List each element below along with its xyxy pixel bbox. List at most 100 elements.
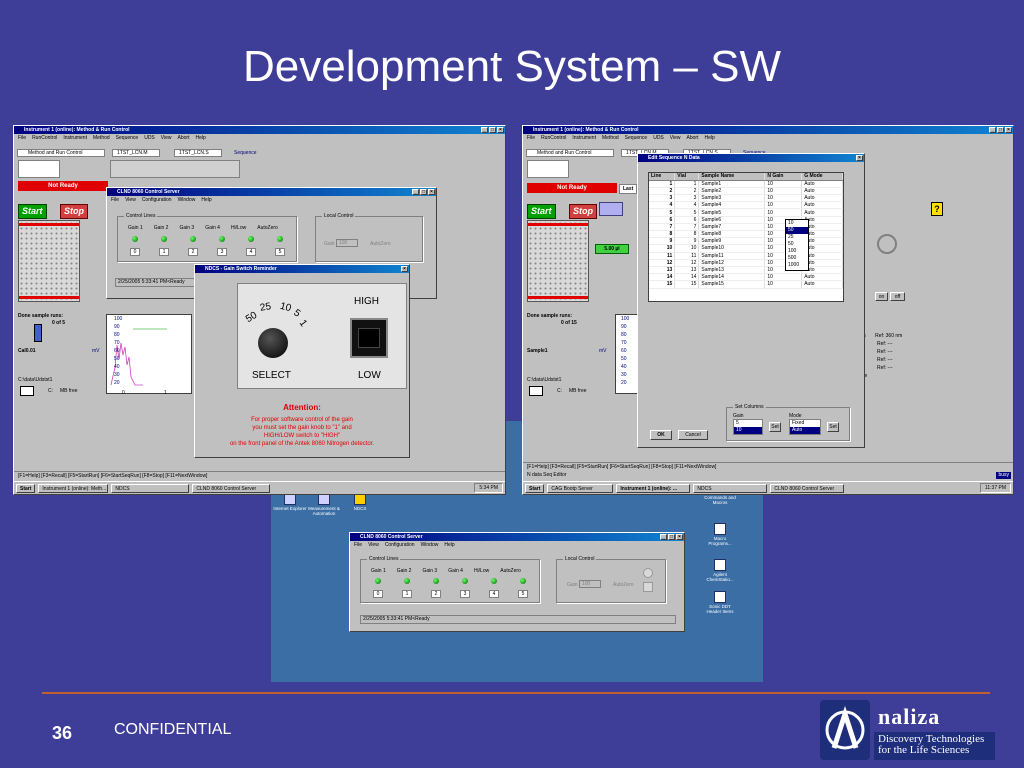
- taskbar-item[interactable]: NDCS: [693, 483, 768, 493]
- table-cell[interactable]: 15: [649, 280, 676, 289]
- taskbar-item[interactable]: NDCS: [111, 483, 190, 493]
- taskbar-item[interactable]: Instrument 1 (online): ...: [616, 483, 691, 493]
- taskbar-item[interactable]: Instrument 1 (online): Meth...: [38, 483, 109, 493]
- menu-help[interactable]: Help: [195, 134, 205, 142]
- table-row[interactable]: 12 12 Sample12 10 Auto: [649, 259, 843, 267]
- gain-spinner[interactable]: 100: [336, 239, 358, 247]
- off-button[interactable]: off: [890, 292, 905, 301]
- table-cell[interactable]: 3: [674, 194, 700, 203]
- table-cell[interactable]: 9: [674, 237, 700, 246]
- gain-spinner[interactable]: 100: [579, 580, 601, 588]
- desktop-icon-commands[interactable]: Commands and Macros: [703, 495, 737, 505]
- table-cell[interactable]: 8: [674, 230, 700, 239]
- view-select[interactable]: Method and Run Control: [526, 149, 614, 157]
- table-cell[interactable]: Auto: [801, 201, 843, 210]
- stop-button[interactable]: Stop: [569, 204, 597, 219]
- detector-icon[interactable]: [877, 234, 897, 254]
- close-button[interactable]: ×: [856, 155, 863, 161]
- table-cell[interactable]: 9: [649, 237, 676, 246]
- table-cell[interactable]: 12: [674, 259, 700, 267]
- table-cell[interactable]: 10: [764, 201, 803, 210]
- autosampler-icon[interactable]: [599, 202, 623, 216]
- menu-runcontrol[interactable]: RunControl: [32, 134, 57, 142]
- menu-window[interactable]: Window: [178, 196, 196, 204]
- menu-window[interactable]: Window: [421, 541, 439, 549]
- menu-abort[interactable]: Abort: [687, 134, 699, 142]
- table-cell[interactable]: 12: [649, 259, 676, 267]
- menu-view[interactable]: View: [125, 196, 136, 204]
- table-cell[interactable]: 6: [674, 216, 700, 224]
- table-cell[interactable]: 11: [674, 252, 700, 260]
- table-row[interactable]: 8 8 Sample8 10 Auto: [649, 230, 843, 239]
- taskbar-item[interactable]: CAG Bootp Server: [547, 483, 614, 493]
- table-cell[interactable]: Sample8: [698, 230, 766, 239]
- menu-runcontrol[interactable]: RunControl: [541, 134, 566, 142]
- sequence-select[interactable]: 1TST_LCN.S: [174, 149, 222, 157]
- table-row[interactable]: 6 6 Sample6 10 Auto: [649, 216, 843, 224]
- table-row[interactable]: 11 11 Sample11 10 Auto: [649, 252, 843, 260]
- menu-method[interactable]: Method: [93, 134, 110, 142]
- menu-instrument[interactable]: Instrument: [63, 134, 87, 142]
- cancel-button[interactable]: Cancel: [678, 430, 708, 440]
- menu-uds[interactable]: UDS: [144, 134, 155, 142]
- taskbar-item[interactable]: CLND 8060 Control Server: [770, 483, 845, 493]
- table-cell[interactable]: Sample7: [698, 223, 766, 232]
- table-cell[interactable]: 6: [649, 216, 676, 224]
- table-cell[interactable]: Sample14: [698, 273, 766, 282]
- injection-volume[interactable]: 5.00 µl: [595, 244, 629, 254]
- close-button[interactable]: ×: [401, 266, 408, 272]
- method-select[interactable]: 1TST_LCN.M: [112, 149, 160, 157]
- table-cell[interactable]: 13: [649, 266, 676, 275]
- vial-icon[interactable]: [18, 160, 60, 178]
- table-cell[interactable]: Auto: [801, 208, 843, 217]
- table-cell[interactable]: 10: [764, 280, 803, 289]
- table-cell[interactable]: 11: [649, 252, 676, 260]
- table-cell[interactable]: Sample13: [698, 266, 766, 275]
- set-gain-button[interactable]: Set: [769, 422, 781, 432]
- menu-configuration[interactable]: Configuration: [385, 541, 415, 549]
- table-cell[interactable]: 4: [674, 201, 700, 210]
- desktop-icon-internet-explorer[interactable]: Internet Explorer: [273, 493, 307, 511]
- table-cell[interactable]: Sample6: [698, 216, 766, 224]
- close-button[interactable]: ×: [497, 127, 504, 133]
- autozero-button[interactable]: [643, 582, 653, 592]
- menu-help[interactable]: Help: [201, 196, 211, 204]
- ok-button[interactable]: OK: [650, 430, 672, 440]
- menu-file[interactable]: File: [527, 134, 535, 142]
- desktop-icon-sonic[interactable]: Sonic DDT Header Items: [703, 591, 737, 614]
- table-cell[interactable]: 7: [649, 223, 676, 232]
- table-cell[interactable]: 10: [764, 187, 803, 196]
- table-cell[interactable]: 8: [649, 230, 676, 239]
- menu-sequence[interactable]: Sequence: [116, 134, 139, 142]
- table-cell[interactable]: 10: [764, 180, 803, 188]
- table-cell[interactable]: Sample12: [698, 259, 766, 267]
- local-toggle[interactable]: [643, 568, 653, 578]
- menu-help[interactable]: Help: [704, 134, 714, 142]
- maximize-button[interactable]: □: [997, 127, 1004, 133]
- table-cell[interactable]: Sample10: [698, 244, 766, 253]
- table-cell[interactable]: Auto: [801, 273, 843, 282]
- table-cell[interactable]: 5: [674, 208, 700, 217]
- maximize-button[interactable]: □: [489, 127, 496, 133]
- table-cell[interactable]: 4: [649, 201, 676, 210]
- table-cell[interactable]: Auto: [801, 280, 843, 289]
- table-row[interactable]: 3 3 Sample3 10 Auto: [649, 194, 843, 203]
- stop-button[interactable]: Stop: [60, 204, 88, 219]
- table-row[interactable]: 9 9 Sample9 10 Auto: [649, 237, 843, 246]
- table-cell[interactable]: Sample11: [698, 252, 766, 260]
- table-cell[interactable]: Sample5: [698, 208, 766, 217]
- menu-abort[interactable]: Abort: [178, 134, 190, 142]
- help-icon[interactable]: ?: [931, 202, 943, 216]
- table-row[interactable]: 13 13 Sample13 10 Auto: [649, 266, 843, 275]
- table-cell[interactable]: 1: [674, 180, 700, 188]
- menu-instrument[interactable]: Instrument: [572, 134, 596, 142]
- desktop-icon-ndcs[interactable]: NDCS: [343, 493, 377, 511]
- table-cell[interactable]: Sample2: [698, 187, 766, 196]
- table-cell[interactable]: Auto: [801, 194, 843, 203]
- table-row[interactable]: 5 5 Sample5 10 Auto: [649, 208, 843, 217]
- taskbar-item[interactable]: CLND 8060 Control Server: [192, 483, 271, 493]
- menu-method[interactable]: Method: [602, 134, 619, 142]
- minimize-button[interactable]: _: [412, 189, 419, 195]
- vial-icon[interactable]: [527, 160, 569, 178]
- view-select[interactable]: Method and Run Control: [17, 149, 105, 157]
